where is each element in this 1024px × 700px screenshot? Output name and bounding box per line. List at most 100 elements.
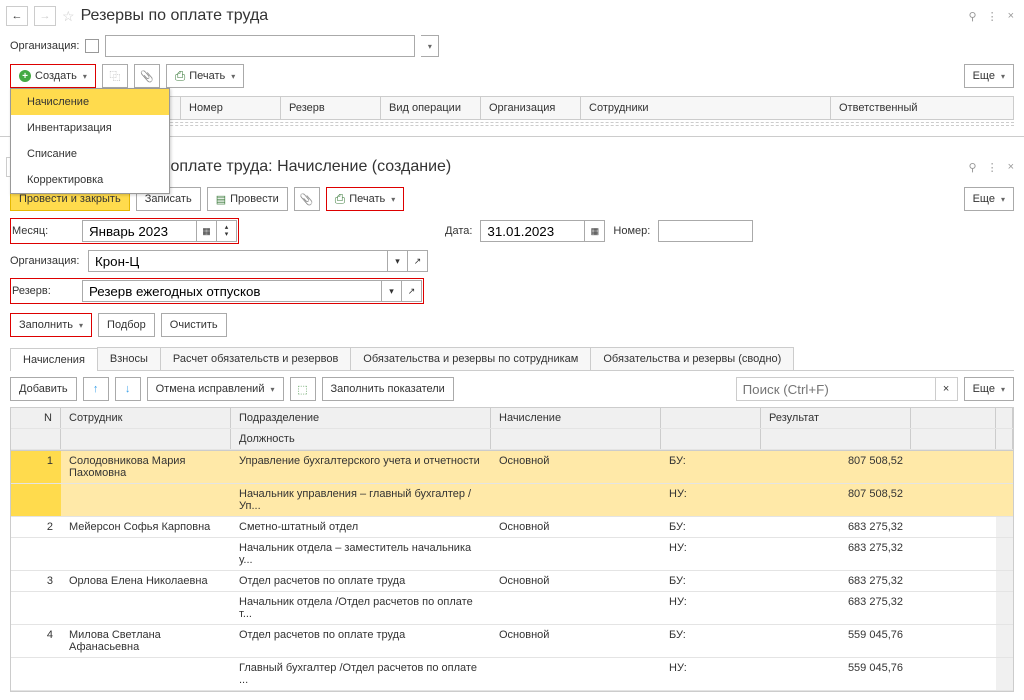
fill-indicators-button[interactable]: Заполнить показатели [322,377,454,401]
menu-item-accrual[interactable]: Начисление [11,89,169,115]
cell-nu-value: 683 275,32 [761,538,911,570]
number-input[interactable] [658,220,753,242]
org-input[interactable] [105,35,415,57]
org-dropdown[interactable]: ▾ [388,250,408,272]
more-button[interactable]: Еще ▾ [964,377,1014,401]
month-spinner[interactable]: ▴▾ [217,220,237,242]
menu-dots-icon[interactable]: ⋮ [987,161,998,174]
move-up-button[interactable]: ↑ [83,377,109,401]
col-employee[interactable]: Сотрудник [61,408,231,428]
cell-nu-label: НУ: [661,538,761,570]
nav-back[interactable]: ← [6,6,28,26]
select-button[interactable]: Подбор [98,313,155,337]
tab-summary[interactable]: Обязательства и резервы (сводно) [590,347,794,370]
col-employees[interactable]: Сотрудники [581,97,831,119]
search-input[interactable] [736,377,936,401]
favorite-icon[interactable]: ☆ [62,8,75,25]
print-button[interactable]: Печать ▾ [326,187,404,211]
reserve-label: Резерв: [12,282,82,300]
fill-button[interactable]: Заполнить ▾ [10,313,92,337]
table-row[interactable]: 1 Солодовникова Мария Пахомовна Управлен… [11,451,1013,484]
create-button[interactable]: + Создать ▾ [10,64,96,88]
cell-nu-value: 683 275,32 [761,592,911,624]
menu-dots-icon[interactable]: ⋮ [987,10,998,23]
more-button[interactable]: Еще ▾ [964,187,1014,211]
close-icon[interactable]: × [1008,10,1014,23]
col-result[interactable]: Результат [761,408,911,428]
special-button[interactable] [290,377,316,401]
cell-bu-label: БУ: [661,517,761,537]
table-row[interactable]: Главный бухгалтер /Отдел расчетов по опл… [11,658,1013,691]
cell-n: 1 [11,451,61,483]
attach-button[interactable] [134,64,160,88]
calendar-icon[interactable]: ▦ [585,220,605,242]
table-row[interactable]: 4 Милова Светлана Афанасьевна Отдел расч… [11,625,1013,658]
reserve-input[interactable] [82,280,382,302]
org-dropdown[interactable]: ▾ [421,35,439,57]
col-reserve[interactable]: Резерв [281,97,381,119]
date-input[interactable] [480,220,585,242]
clear-button[interactable]: Очистить [161,313,227,337]
col-responsible[interactable]: Ответственный [831,97,1013,119]
print-button[interactable]: Печать ▾ [166,64,244,88]
org-label: Организация: [10,252,80,270]
post-button[interactable]: Провести [207,187,288,211]
scrollbar[interactable] [996,429,1013,449]
attach-icon [140,70,154,83]
cell-accrual: Основной [491,517,661,537]
cell-position: Главный бухгалтер /Отдел расчетов по опл… [231,658,491,690]
scrollbar[interactable] [996,408,1013,428]
menu-item-writeoff[interactable]: Списание [11,141,169,167]
table-row[interactable]: Начальник управления – главный бухгалтер… [11,484,1013,517]
tab-calc[interactable]: Расчет обязательств и резервов [160,347,351,370]
nav-forward[interactable]: → [34,6,56,26]
close-icon[interactable]: × [1008,161,1014,174]
chevron-down-icon: ▾ [79,321,83,330]
calendar-icon[interactable]: ▦ [197,220,217,242]
chevron-down-icon: ▾ [1001,195,1005,204]
col-accrual[interactable]: Начисление [491,408,661,428]
col-department[interactable]: Подразделение [231,408,491,428]
cell-department: Отдел расчетов по оплате труда [231,625,491,657]
search-clear[interactable]: × [936,377,958,401]
more-button[interactable]: Еще ▾ [964,64,1014,88]
cell-nu-label: НУ: [661,592,761,624]
tab-contributions[interactable]: Взносы [97,347,161,370]
chevron-down-icon: ▾ [1001,72,1005,81]
table-row[interactable]: Начальник отдела – заместитель начальник… [11,538,1013,571]
page-title: Резервы по оплате труда [81,7,269,25]
attach-button[interactable] [294,187,320,211]
add-button[interactable]: Добавить [10,377,77,401]
table-row[interactable]: Начальник отдела /Отдел расчетов по опла… [11,592,1013,625]
move-down-button[interactable]: ↓ [115,377,141,401]
table-row[interactable]: 3 Орлова Елена Николаевна Отдел расчетов… [11,571,1013,592]
tab-by-employees[interactable]: Обязательства и резервы по сотрудникам [350,347,591,370]
cell-accrual: Основной [491,571,661,591]
cell-employee: Орлова Елена Николаевна [61,571,231,591]
org-open[interactable]: ↗ [408,250,428,272]
col-operation[interactable]: Вид операции [381,97,481,119]
cell-n: 4 [11,625,61,657]
month-input[interactable] [82,220,197,242]
org-input[interactable] [88,250,388,272]
cell-position: Начальник отдела – заместитель начальник… [231,538,491,570]
tab-accruals[interactable]: Начисления [10,348,98,371]
col-number[interactable]: Номер [181,97,281,119]
print-icon [335,191,345,207]
reserve-dropdown[interactable]: ▾ [382,280,402,302]
col-position[interactable]: Должность [231,429,491,449]
copy-button[interactable] [102,64,128,88]
reserve-open[interactable]: ↗ [402,280,422,302]
link-icon[interactable]: ⚲ [969,161,977,174]
menu-item-correction[interactable]: Корректировка [11,167,169,193]
cell-department: Отдел расчетов по оплате труда [231,571,491,591]
chevron-down-icon: ▾ [1001,385,1005,394]
org-checkbox[interactable] [85,39,99,53]
table-row[interactable]: 2 Мейерсон Софья Карповна Сметно-штатный… [11,517,1013,538]
link-icon[interactable]: ⚲ [969,10,977,23]
col-org[interactable]: Организация [481,97,581,119]
cell-bu-label: БУ: [661,571,761,591]
col-n[interactable]: N [11,408,61,428]
undo-button[interactable]: Отмена исправлений ▾ [147,377,284,401]
menu-item-inventory[interactable]: Инвентаризация [11,115,169,141]
